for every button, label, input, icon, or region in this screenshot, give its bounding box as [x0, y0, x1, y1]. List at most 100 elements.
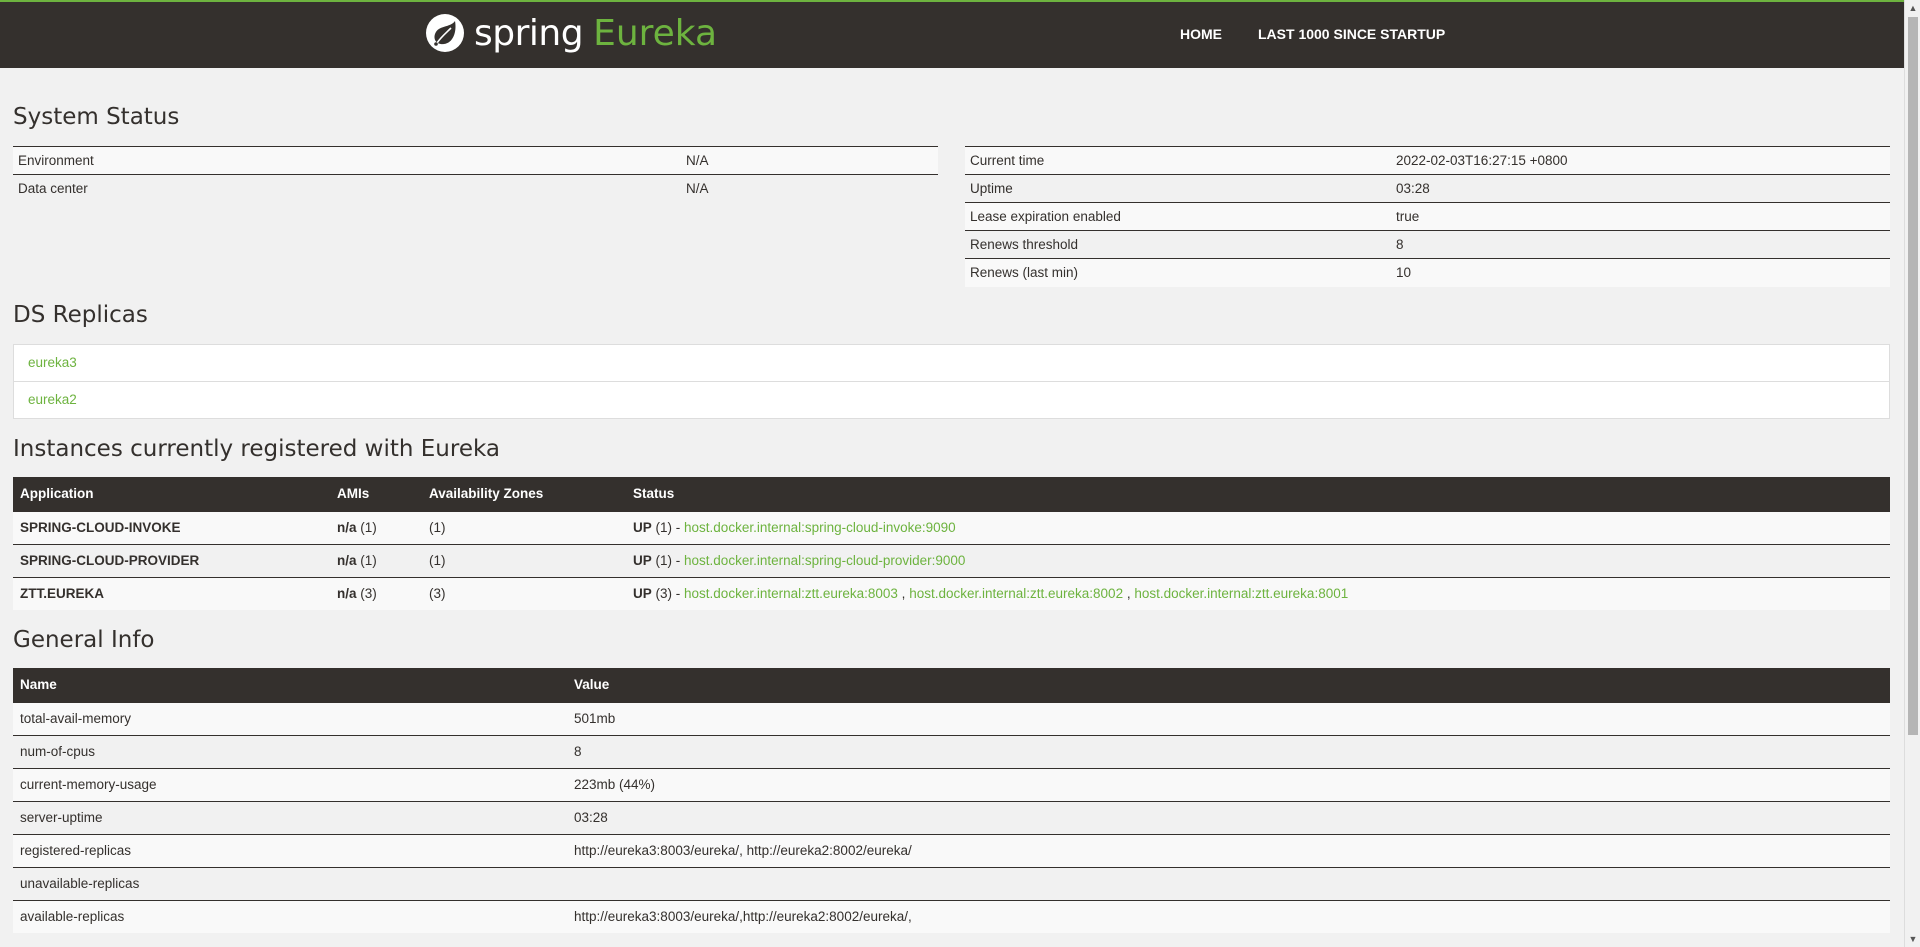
instance-amis: n/a (3) — [330, 576, 422, 610]
general-info-row: current-memory-usage 223mb (44%) — [13, 767, 1890, 801]
info-name: available-replicas — [13, 899, 567, 933]
general-info-table: Name Value total-avail-memory 501mb num-of-… — [13, 668, 1890, 933]
instances-column-header: AMIs — [330, 477, 422, 511]
system-status-heading: System Status — [13, 104, 180, 130]
instance-amis: n/a (1) — [330, 510, 422, 544]
general-info-heading: General Info — [13, 627, 155, 653]
replica-link[interactable]: eureka2 — [14, 382, 1889, 418]
status-count: (1) - — [655, 553, 685, 568]
instances-column-header: Status — [626, 477, 1890, 511]
status-row: Data center N/A — [13, 174, 938, 203]
link-separator: , — [897, 586, 910, 602]
status-label: Lease expiration enabled — [965, 202, 1391, 231]
ami-na: n/a — [337, 520, 357, 535]
instance-row: SPRING-CLOUD-PROVIDER n/a (1) (1) UP (1) - … — [13, 543, 1890, 577]
general-info-column-header: Name — [13, 668, 567, 702]
info-name: unavailable-replicas — [13, 866, 567, 900]
status-value: 2022-02-03T16:27:15 +0800 — [1391, 146, 1890, 175]
status-value: N/A — [681, 146, 938, 175]
instance-row: SPRING-CLOUD-INVOKE n/a (1) (1) UP (1) - ho… — [13, 510, 1890, 544]
info-name: total-avail-memory — [13, 701, 567, 735]
brand-logo[interactable]: spring Eureka — [424, 11, 717, 55]
ds-replicas-heading: DS Replicas — [13, 302, 148, 328]
status-label: Data center — [13, 174, 681, 203]
ami-count: (1) — [360, 553, 377, 568]
instance-status: UP (3) - host.docker.internal:ztt.eureka… — [626, 576, 1890, 610]
status-label: Environment — [13, 146, 681, 175]
ami-count: (3) — [360, 586, 377, 602]
instance-zones: (1) — [422, 510, 626, 544]
instances-column-header: Availability Zones — [422, 477, 626, 511]
instance-application: SPRING-CLOUD-INVOKE — [13, 510, 330, 544]
status-value: N/A — [681, 174, 938, 203]
status-value: true — [1391, 202, 1890, 231]
general-info-row: available-replicas http://eureka3:8003/eu… — [13, 899, 1890, 933]
nav-links: HOME LAST 1000 SINCE STARTUP — [1180, 26, 1445, 42]
replica-link[interactable]: eureka3 — [14, 345, 1889, 382]
scroll-up-arrow-icon[interactable]: ▲ — [1905, 0, 1920, 16]
status-label: Renews (last min) — [965, 258, 1391, 287]
top-navbar: spring Eureka HOME LAST 1000 SINCE START… — [0, 0, 1904, 68]
general-info-row: registered-replicas http://eureka3:8003/e… — [13, 833, 1890, 867]
brand-spring-text: spring — [474, 12, 584, 54]
instances-column-header: Application — [13, 477, 330, 511]
status-up: UP — [633, 553, 652, 568]
status-label: Renews threshold — [965, 230, 1391, 259]
info-value — [567, 866, 1890, 900]
status-row: Lease expiration enabled true — [965, 202, 1890, 231]
instance-link[interactable]: host.docker.internal:ztt.eureka:8001 — [1134, 586, 1348, 601]
status-up: UP — [633, 586, 652, 602]
info-value: 8 — [567, 734, 1890, 768]
instance-link[interactable]: host.docker.internal:ztt.eureka:8003 — [684, 586, 898, 601]
info-value: 501mb — [567, 701, 1890, 735]
status-value: 03:28 — [1391, 174, 1890, 203]
nav-last-1000-link[interactable]: LAST 1000 SINCE STARTUP — [1258, 26, 1445, 42]
status-label: Uptime — [965, 174, 1391, 203]
instance-application: ZTT.EUREKA — [13, 576, 330, 610]
instance-zones: (1) — [422, 543, 626, 577]
instance-application: SPRING-CLOUD-PROVIDER — [13, 543, 330, 577]
general-info-row: server-uptime 03:28 — [13, 800, 1890, 834]
status-value: 8 — [1391, 230, 1890, 259]
status-row: Current time 2022-02-03T16:27:15 +0800 — [965, 146, 1890, 175]
status-value: 10 — [1391, 258, 1890, 287]
info-name: num-of-cpus — [13, 734, 567, 768]
ami-na: n/a — [337, 586, 357, 602]
info-value: 03:28 — [567, 800, 1890, 834]
status-row: Uptime 03:28 — [965, 174, 1890, 203]
spring-leaf-icon — [424, 12, 466, 54]
system-status-left-table: Environment N/A Data center N/A — [13, 146, 938, 203]
status-count: (3) - — [655, 586, 685, 602]
nav-home-link[interactable]: HOME — [1180, 26, 1222, 42]
status-row: Renews threshold 8 — [965, 230, 1890, 259]
system-status-right-table: Current time 2022-02-03T16:27:15 +0800 Upt… — [965, 146, 1890, 287]
scrollbar-thumb[interactable] — [1908, 17, 1918, 735]
scroll-down-arrow-icon[interactable]: ▼ — [1905, 931, 1920, 947]
info-name: current-memory-usage — [13, 767, 567, 801]
info-value: 223mb (44%) — [567, 767, 1890, 801]
ds-replicas-list: eureka3 eureka2 — [13, 344, 1890, 419]
status-row: Renews (last min) 10 — [965, 258, 1890, 287]
page-scrollbar[interactable]: ▲ ▼ — [1904, 0, 1920, 947]
instance-status: UP (1) - host.docker.internal:spring-clo… — [626, 510, 1890, 544]
info-value: http://eureka3:8003/eureka/, http://eure… — [567, 833, 1890, 867]
status-row: Environment N/A — [13, 146, 938, 175]
instance-link[interactable]: host.docker.internal:ztt.eureka:8002 — [909, 586, 1123, 601]
instance-row: ZTT.EUREKA n/a (3) (3) UP (3) - host.docker… — [13, 576, 1890, 610]
link-separator: , — [1123, 586, 1135, 602]
general-info-row: unavailable-replicas — [13, 866, 1890, 900]
instance-zones: (3) — [422, 576, 626, 610]
instance-link[interactable]: host.docker.internal:spring-cloud-provid… — [684, 553, 965, 568]
instances-heading: Instances currently registered with Eure… — [13, 436, 500, 462]
status-up: UP — [633, 520, 652, 535]
instance-status: UP (1) - host.docker.internal:spring-clo… — [626, 543, 1890, 577]
instance-amis: n/a (1) — [330, 543, 422, 577]
brand-eureka-text: Eureka — [593, 12, 718, 54]
status-label: Current time — [965, 146, 1391, 175]
info-name: registered-replicas — [13, 833, 567, 867]
info-value: http://eureka3:8003/eureka/,http://eurek… — [567, 899, 1890, 933]
general-info-row: num-of-cpus 8 — [13, 734, 1890, 768]
instance-link[interactable]: host.docker.internal:spring-cloud-invoke… — [684, 520, 956, 535]
general-info-row: total-avail-memory 501mb — [13, 701, 1890, 735]
general-info-column-header: Value — [567, 668, 1890, 702]
